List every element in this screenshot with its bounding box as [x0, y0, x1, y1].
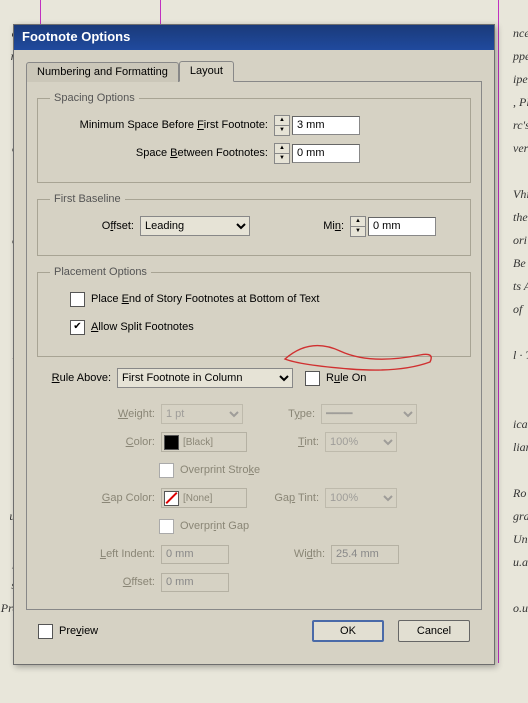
gap-color-label: Gap Color: [41, 492, 161, 504]
rule-on-checkbox[interactable] [305, 371, 320, 386]
space-between-spinner[interactable]: ▲▼ [274, 143, 290, 164]
tint-label: Tint: [247, 436, 325, 448]
offset-label: Offset: [50, 220, 140, 232]
dialog-title: Footnote Options [22, 29, 130, 44]
allow-split-label: Allow Split Footnotes [91, 321, 194, 333]
weight-select: 1 pt [161, 404, 243, 424]
overprint-gap-label: Overprint Gap [180, 520, 249, 532]
tab-strip: Numbering and Formatting Layout [26, 60, 482, 81]
space-between-input[interactable] [292, 144, 360, 163]
min-spinner[interactable]: ▲▼ [350, 216, 366, 237]
preview-checkbox[interactable] [38, 624, 53, 639]
spacing-legend: Spacing Options [50, 92, 139, 104]
spacing-options-group: Spacing Options Minimum Space Before Fir… [37, 92, 471, 183]
tab-layout[interactable]: Layout [179, 61, 234, 82]
swatch-none [164, 491, 179, 506]
min-before-label: Minimum Space Before First Footnote: [50, 119, 274, 131]
cancel-button[interactable]: Cancel [398, 620, 470, 642]
overprint-gap-checkbox [159, 519, 174, 534]
footnote-options-dialog: Footnote Options Numbering and Formattin… [13, 24, 495, 665]
weight-label: Weight: [41, 408, 161, 420]
dialog-button-bar: Preview OK Cancel [26, 610, 482, 652]
end-story-label: Place End of Story Footnotes at Bottom o… [91, 293, 320, 305]
first-baseline-group: First Baseline Offset: Leading Min: ▲▼ [37, 193, 471, 256]
color-select: [Black] [161, 432, 247, 452]
layout-panel: Spacing Options Minimum Space Before Fir… [26, 81, 482, 610]
rule-offset-input [161, 573, 229, 592]
baseline-legend: First Baseline [50, 193, 125, 205]
min-label: Min: [250, 220, 350, 232]
allow-split-checkbox[interactable]: ✔ [70, 320, 85, 335]
left-indent-label: Left Indent: [41, 548, 161, 560]
ok-button[interactable]: OK [312, 620, 384, 642]
overprint-stroke-label: Overprint Stroke [180, 464, 260, 476]
gap-tint-select: 100% [325, 488, 397, 508]
min-before-spinner[interactable]: ▲▼ [274, 115, 290, 136]
placement-options-group: Placement Options Place End of Story Foo… [37, 266, 471, 357]
dialog-titlebar[interactable]: Footnote Options [14, 25, 494, 50]
placement-legend: Placement Options [50, 266, 151, 278]
swatch-black [164, 435, 179, 450]
width-label: Width: [229, 548, 331, 560]
width-input [331, 545, 399, 564]
offset-select[interactable]: Leading [140, 216, 250, 236]
tint-select: 100% [325, 432, 397, 452]
rule-on-label: Rule On [326, 372, 366, 384]
rule-above-select[interactable]: First Footnote in Column [117, 368, 293, 388]
overprint-stroke-checkbox [159, 463, 174, 478]
space-between-label: Space Between Footnotes: [50, 147, 274, 159]
gap-color-select: [None] [161, 488, 247, 508]
tab-numbering[interactable]: Numbering and Formatting [26, 62, 179, 82]
min-before-input[interactable] [292, 116, 360, 135]
gap-tint-label: Gap Tint: [247, 492, 325, 504]
preview-label: Preview [59, 625, 98, 637]
min-input[interactable] [368, 217, 436, 236]
left-indent-input [161, 545, 229, 564]
type-label: Type: [243, 408, 321, 420]
color-label: Color: [41, 436, 161, 448]
end-story-checkbox[interactable] [70, 292, 85, 307]
type-select: ━━━━ [321, 404, 417, 424]
rule-above-label: Rule Above: [41, 372, 117, 384]
rule-offset-label: Offset: [41, 576, 161, 588]
